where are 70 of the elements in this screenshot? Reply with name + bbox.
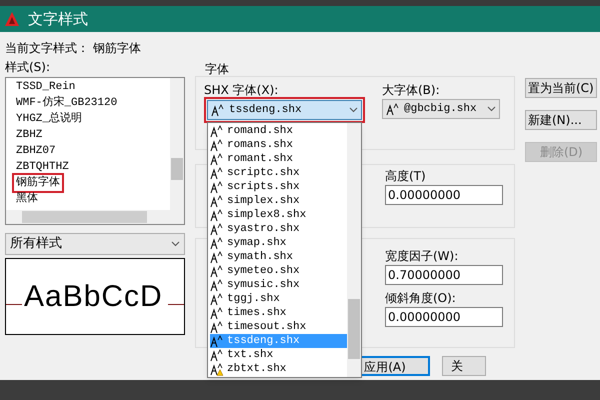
font-icon xyxy=(210,152,224,166)
font-icon xyxy=(210,236,224,250)
font-icon xyxy=(210,222,224,236)
font-icon xyxy=(210,124,224,138)
shx-font-dropdown[interactable]: tssdeng.shx xyxy=(207,100,362,120)
width-factor-label: 宽度因子(W): xyxy=(385,248,460,265)
font-icon xyxy=(210,208,224,222)
current-style-value: 钢筋字体 xyxy=(93,40,141,57)
font-icon xyxy=(211,104,225,116)
font-option[interactable]: romans.shx xyxy=(210,138,347,152)
style-item[interactable]: 钢筋字体 xyxy=(14,175,62,191)
number-field[interactable]: 0.00000000 xyxy=(385,185,503,205)
font-icon xyxy=(210,292,224,306)
style-item[interactable]: ZBTQHTHZ xyxy=(14,159,71,175)
style-item[interactable]: WMF-仿宋_GB23120 xyxy=(14,95,120,111)
font-option[interactable]: romant.shx xyxy=(210,152,347,166)
font-icon xyxy=(210,306,224,320)
font-icon xyxy=(210,264,224,278)
font-option[interactable]: romand.shx xyxy=(210,124,347,138)
app-logo-icon xyxy=(4,11,20,27)
style-item[interactable]: 黑体 xyxy=(14,191,40,207)
font-icon xyxy=(210,348,224,362)
font-warning-icon xyxy=(210,362,224,376)
style-item[interactable]: ZBHZ xyxy=(14,127,44,143)
font-option[interactable]: simplex.shx xyxy=(210,194,347,208)
shx-font-label: SHX 字体(X): xyxy=(204,82,280,97)
number-field[interactable]: 0.00000000 xyxy=(385,307,503,327)
window-title: 文字样式 xyxy=(28,8,88,30)
font-icon xyxy=(210,250,224,264)
font-option[interactable]: timesout.shx xyxy=(210,320,347,334)
font-icon xyxy=(210,194,224,208)
caret-icon xyxy=(349,107,358,113)
font-option[interactable]: symath.shx xyxy=(210,250,347,264)
font-option[interactable]: simplex8.shx xyxy=(210,208,347,222)
caret-icon xyxy=(487,106,496,112)
styles-label: 样式(S): xyxy=(5,59,52,74)
horizontal-scrollbar[interactable] xyxy=(6,210,184,224)
scrollbar[interactable] xyxy=(347,123,361,377)
font-option[interactable]: tggj.shx xyxy=(210,292,347,306)
font-option[interactable]: symap.shx xyxy=(210,236,347,250)
font-option[interactable]: syastro.shx xyxy=(210,222,347,236)
font-group-title: 字体 xyxy=(205,62,230,76)
big-font-dropdown[interactable]: @gbcbig.shx xyxy=(382,99,500,119)
font-icon xyxy=(210,320,224,334)
side-button[interactable]: 置为当前(C) xyxy=(525,78,597,98)
scrollbar[interactable] xyxy=(170,78,184,210)
caret-icon xyxy=(171,241,180,247)
current-style-label: 当前文字样式： xyxy=(5,40,89,57)
font-icon xyxy=(210,334,224,348)
style-item[interactable]: ZBHZ07 xyxy=(14,143,58,159)
number-field[interactable]: 0.70000000 xyxy=(385,265,503,285)
font-icon xyxy=(210,166,224,180)
font-icon xyxy=(386,102,400,116)
preview-text: AaBbCcD xyxy=(24,279,163,315)
font-icon xyxy=(210,278,224,292)
side-button[interactable]: 新建(N)... xyxy=(525,110,597,130)
dialog-button[interactable]: 关 xyxy=(442,356,486,376)
font-option[interactable]: symusic.shx xyxy=(210,278,347,292)
font-option[interactable]: scriptc.shx xyxy=(210,166,347,180)
style-filter-dropdown[interactable]: 所有样式 xyxy=(5,233,185,255)
font-option[interactable]: times.shx xyxy=(210,306,347,320)
oblique-angle-label: 倾斜角度(O): xyxy=(385,290,457,307)
height-label: 高度(T) xyxy=(385,168,427,185)
font-icon xyxy=(210,180,224,194)
big-font-label: 大字体(B): xyxy=(382,82,441,99)
style-item[interactable]: TSSD_Rein xyxy=(14,79,78,95)
style-item[interactable]: YHGZ_总说明 xyxy=(14,111,84,127)
font-option[interactable]: scripts.shx xyxy=(210,180,347,194)
font-icon xyxy=(210,138,224,152)
font-option[interactable]: symeteo.shx xyxy=(210,264,347,278)
